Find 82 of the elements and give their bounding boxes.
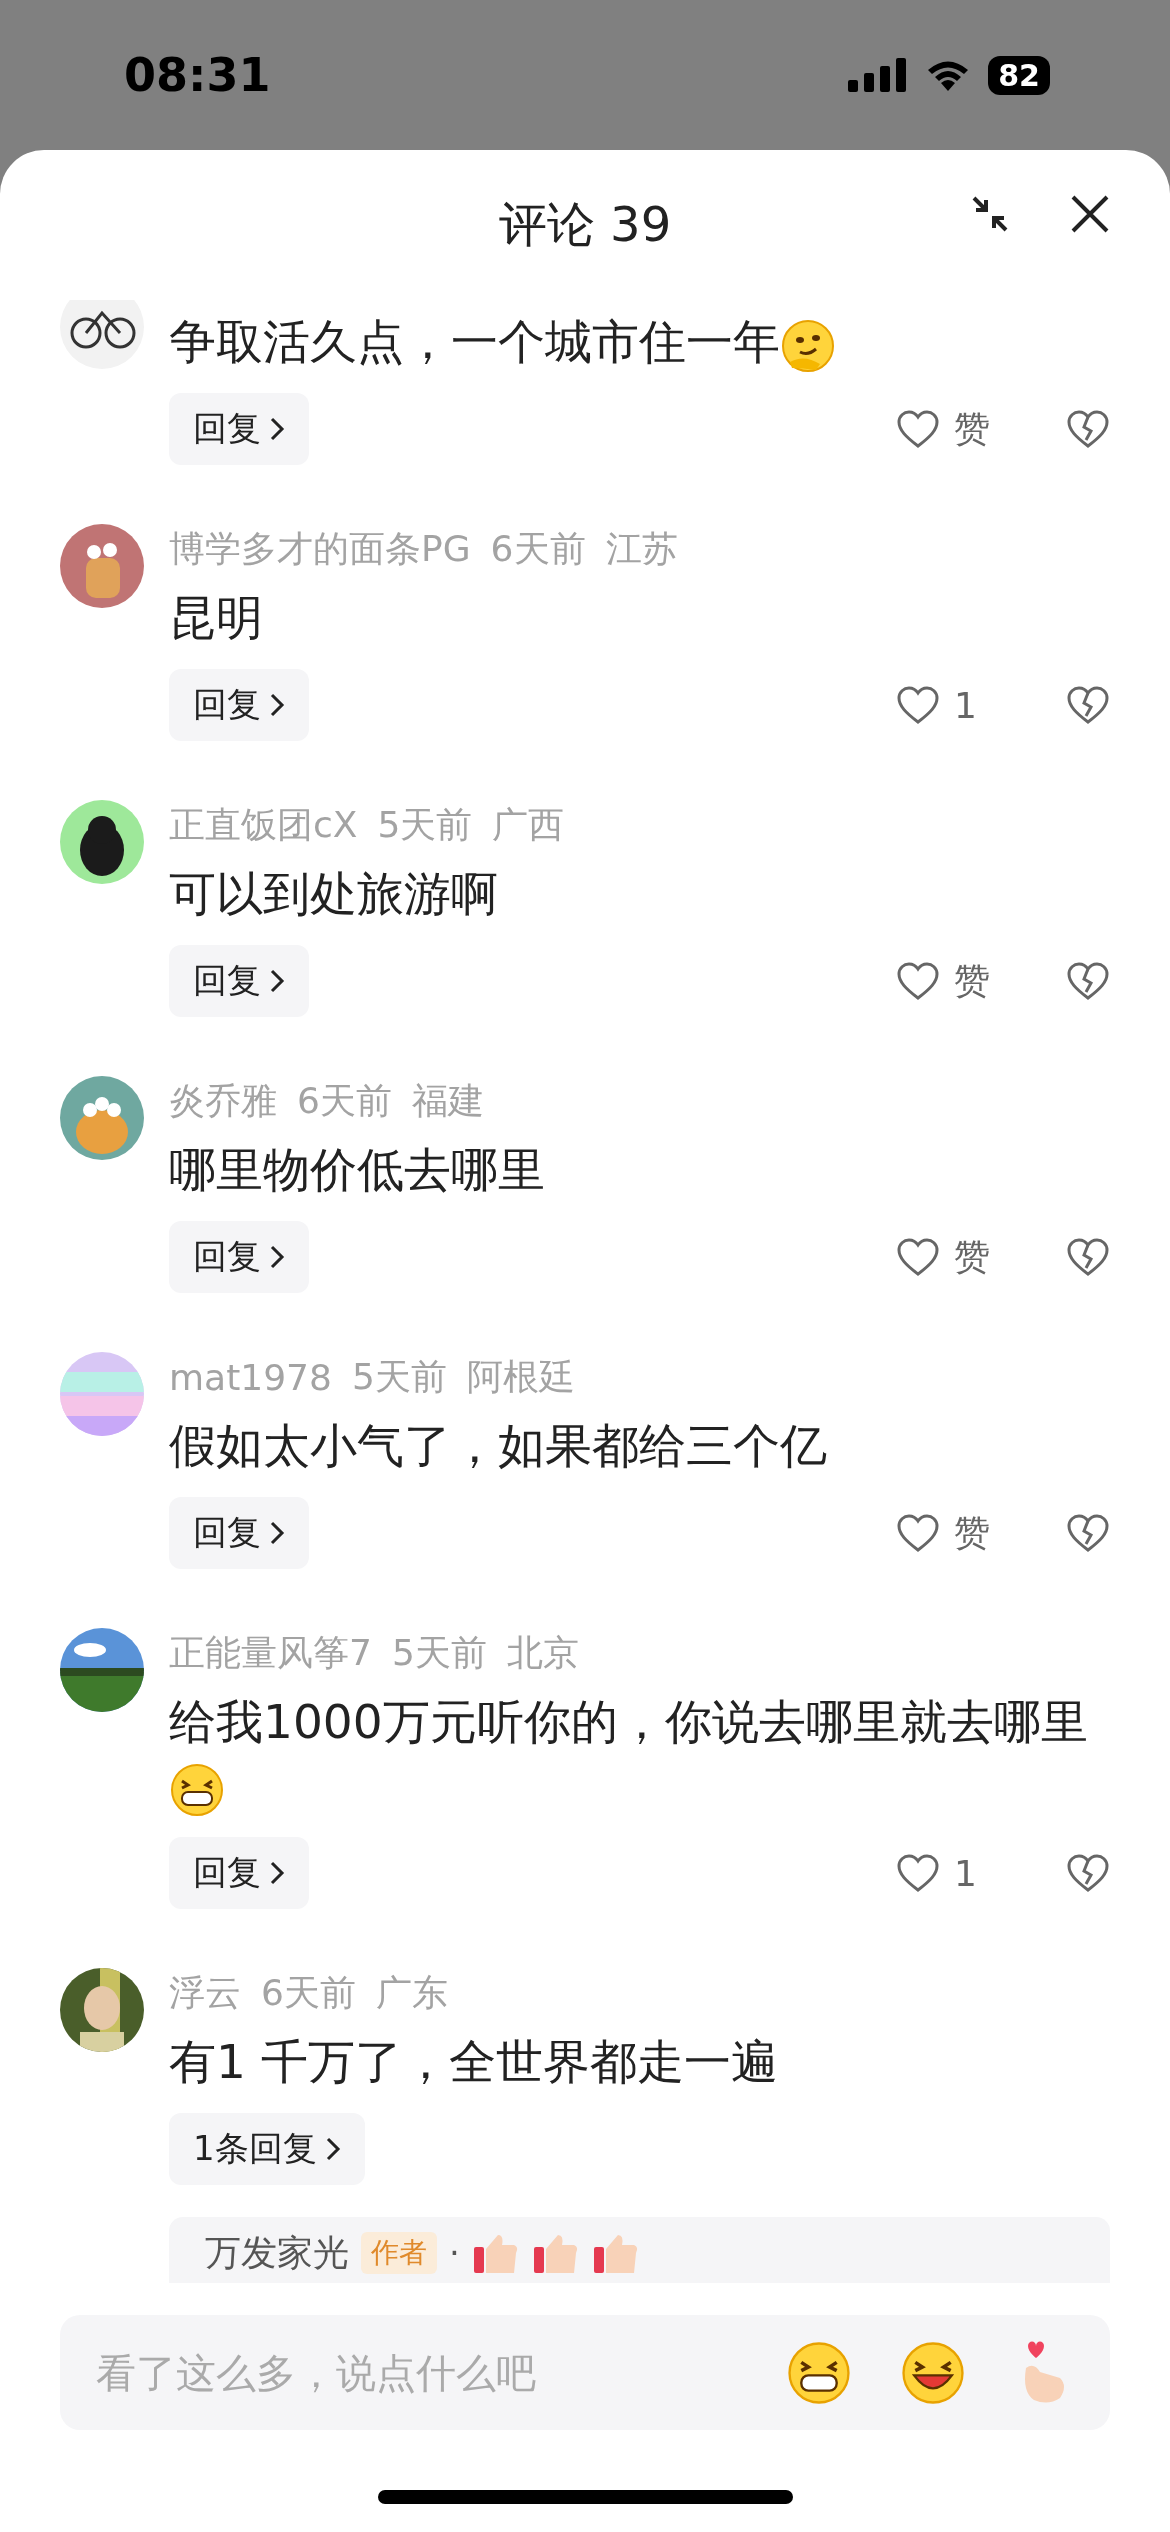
heart-icon xyxy=(896,409,940,449)
chevron-right-icon xyxy=(269,1520,285,1546)
comment-time: 6天前 xyxy=(490,526,586,571)
thumbs-up-icon xyxy=(531,2233,580,2273)
dislike-button[interactable] xyxy=(1066,1853,1110,1893)
comment-text: 假如太小气了，如果都给三个亿 xyxy=(169,1417,828,1475)
grin-emoji-button[interactable] xyxy=(786,2339,852,2406)
chevron-right-icon xyxy=(269,692,285,718)
broken-heart-icon xyxy=(1066,1513,1110,1553)
like-button[interactable]: 1 xyxy=(896,684,1006,726)
comment-time: 6天前 xyxy=(261,1970,356,2015)
chevron-right-icon xyxy=(324,2136,341,2162)
heart-icon xyxy=(896,685,940,725)
author-badge: 作者 xyxy=(361,2232,437,2274)
comment-time: 6天前 xyxy=(297,1078,392,1123)
username: mat1978 xyxy=(169,1356,332,1398)
heart-icon xyxy=(896,1853,940,1893)
comment-input[interactable]: 看了这么多，说点什么吧 xyxy=(60,2315,1110,2430)
laugh-emoji-button[interactable] xyxy=(900,2339,966,2406)
comment-location: 广西 xyxy=(492,802,565,847)
signal-icon xyxy=(848,58,909,92)
like-button[interactable]: 赞 xyxy=(896,404,1006,454)
sheet-title: 评论 39 xyxy=(498,195,672,254)
comment-time: 5天前 xyxy=(391,1630,487,1675)
dislike-button[interactable] xyxy=(1066,1237,1110,1277)
grinning-face-icon xyxy=(169,1761,225,1818)
heart-icon xyxy=(896,1513,940,1553)
comment-text: 给我1000万元听你的，你说去哪里就去哪里 xyxy=(169,1690,1110,1818)
comment-text: 争取活久点，一个城市住一年 xyxy=(169,310,1110,374)
comment-text: 有1 千万了，全世界都走一遍 xyxy=(169,2033,779,2091)
status-time: 08:31 xyxy=(124,48,271,102)
username: 博学多才的面条PG xyxy=(169,526,471,571)
dislike-button[interactable] xyxy=(1066,961,1110,1001)
comment-text: 可以到处旅游啊 xyxy=(169,865,499,923)
grinning-face-icon xyxy=(786,2339,852,2406)
chevron-right-icon xyxy=(269,416,285,442)
like-button[interactable]: 1 xyxy=(896,1852,1006,1894)
reply-button[interactable]: 回复 xyxy=(169,1497,309,1569)
dislike-button[interactable] xyxy=(1066,685,1110,725)
reply-button[interactable]: 回复 xyxy=(169,1221,309,1293)
smirking-face-icon xyxy=(780,317,836,374)
comment-text: 昆明 xyxy=(169,589,264,647)
heart-icon xyxy=(896,961,940,1001)
broken-heart-icon xyxy=(1066,685,1110,725)
chevron-right-icon xyxy=(269,968,285,994)
username: 正能量风筝7 xyxy=(169,1630,372,1675)
reply-button[interactable]: 回复 xyxy=(169,669,309,741)
close-icon[interactable] xyxy=(1070,194,1110,234)
dislike-button[interactable] xyxy=(1066,1513,1110,1553)
like-button[interactable]: 赞 xyxy=(896,1232,1006,1282)
username: 浮云 xyxy=(169,1970,241,2015)
thumbs-up-icon xyxy=(471,2233,520,2273)
battery-indicator: 82 xyxy=(988,55,1050,95)
comment-location: 阿根廷 xyxy=(466,1354,575,1399)
chevron-right-icon xyxy=(269,1860,285,1886)
laughing-face-icon xyxy=(900,2339,966,2406)
comment-location: 江苏 xyxy=(605,526,678,571)
broken-heart-icon xyxy=(1066,1237,1110,1277)
broken-heart-icon xyxy=(1066,961,1110,1001)
reply-button[interactable]: 1条回复 xyxy=(169,2113,365,2185)
reply-button[interactable]: 回复 xyxy=(169,1837,309,1909)
like-button[interactable]: 赞 xyxy=(896,956,1006,1006)
comment-text: 哪里物价低去哪里 xyxy=(169,1141,546,1199)
separator-dot: · xyxy=(449,2233,460,2273)
comment-location: 福建 xyxy=(411,1078,484,1123)
reply-author: 万发家光 xyxy=(205,2231,349,2275)
broken-heart-icon xyxy=(1066,1853,1110,1893)
comment-location: 广东 xyxy=(375,1970,448,2015)
reply-button[interactable]: 回复 xyxy=(169,945,309,1017)
comment-time: 5天前 xyxy=(377,802,473,847)
dislike-button[interactable] xyxy=(1066,409,1110,449)
comment-time: 5天前 xyxy=(351,1354,447,1399)
reply-button[interactable]: 回复 xyxy=(169,393,309,465)
like-button[interactable]: 赞 xyxy=(896,1508,1006,1558)
thumbs-up-icon xyxy=(591,2233,640,2273)
collapse-icon[interactable] xyxy=(970,194,1010,234)
username: 正直饭团cX xyxy=(169,802,358,847)
heart-icon xyxy=(896,1237,940,1277)
username: 炎乔雅 xyxy=(169,1078,277,1123)
comment-location: 北京 xyxy=(506,1630,579,1675)
broken-heart-icon xyxy=(1066,409,1110,449)
chevron-right-icon xyxy=(269,1244,285,1270)
